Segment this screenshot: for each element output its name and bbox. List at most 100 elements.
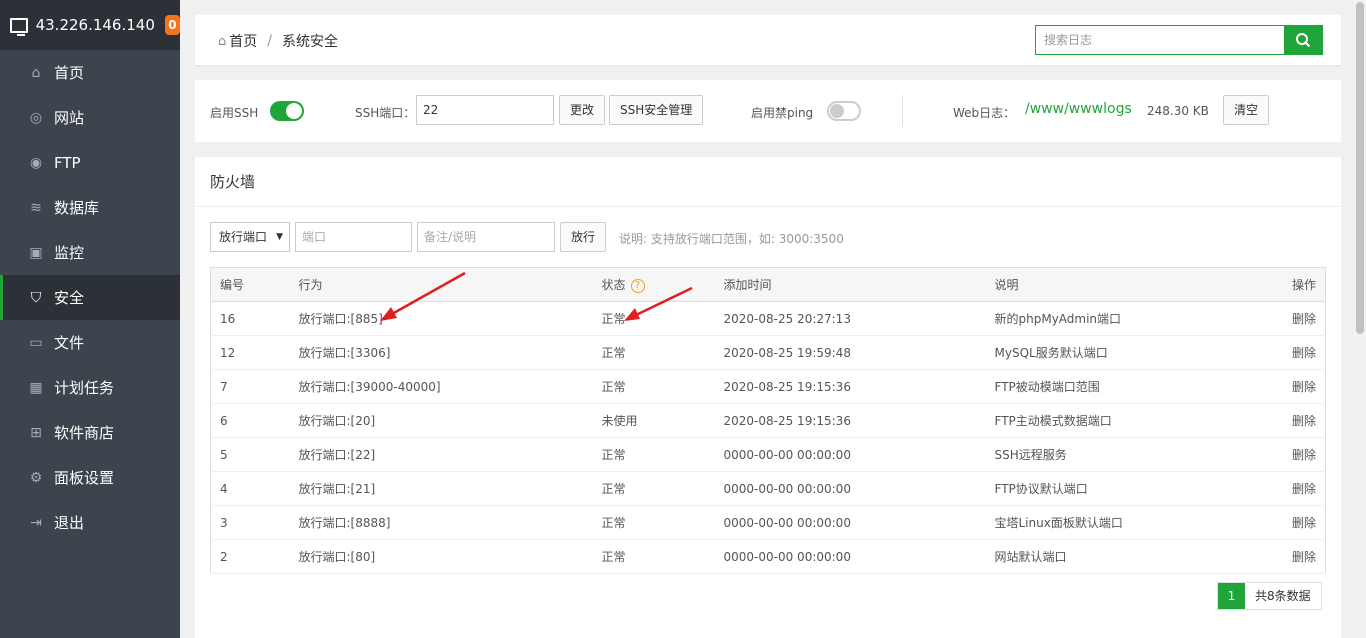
table-row: 3 放行端口:[8888] 正常 0000-00-00 00:00:00 宝塔Linux… [210,505,1326,540]
page-scrollbar[interactable] [1354,0,1366,638]
caret-down-icon: ▼ [276,232,283,242]
rule-type-value: 放行端口 [219,230,268,244]
table-row: 12 放行端口:[3306] 正常 2020-08-25 19:59:48 MySQL服… [210,335,1326,370]
cell-action: 放行端口:[21] [289,471,593,506]
delete-link[interactable]: 删除 [1245,335,1326,370]
col-desc: 说明 [985,267,1246,302]
scrollbar-thumb[interactable] [1356,2,1364,334]
cell-desc: FTP主动模式数据端口 [985,403,1246,438]
sidebar-item-label: 退出 [54,514,85,532]
search-button[interactable] [1284,26,1322,54]
cell-id: 7 [210,369,290,404]
cell-time: 0000-00-00 00:00:00 [714,471,986,506]
folder-icon: ▭ [29,334,43,351]
delete-link[interactable]: 删除 [1245,301,1326,336]
sidebar-item-1[interactable]: ◎ 网站 [0,95,180,140]
server-ip: 43.226.146.140 [35,16,155,34]
cell-desc: 网站默认端口 [985,539,1246,574]
divider [902,95,903,127]
search-icon [1296,33,1311,48]
cell-desc: 新的phpMyAdmin端口 [985,301,1246,336]
ftp-icon: ◉ [29,154,43,171]
cell-action: 放行端口:[20] [289,403,593,438]
col-id: 编号 [210,267,290,302]
log-search-input[interactable] [1036,26,1284,54]
ping-label: 启用禁ping [751,106,814,120]
globe-icon: ◎ [29,109,43,126]
cell-time: 2020-08-25 19:15:36 [714,403,986,438]
ping-toggle[interactable] [827,101,861,121]
cell-desc: MySQL服务默认端口 [985,335,1246,370]
cell-action: 放行端口:[80] [289,539,593,574]
firewall-toolbar: 放行端口 ▼ 放行 说明: 支持放行端口范围，如: 3000:3500 [210,222,1310,252]
weblog-path-link[interactable]: /www/wwwlogs [1025,101,1132,117]
sidebar-item-label: 计划任务 [54,379,115,397]
release-button[interactable]: 放行 [560,222,607,252]
weblog-label: Web日志： [953,106,1016,120]
sidebar-item-5[interactable]: ⛉ 安全 [0,275,180,320]
cell-id: 3 [210,505,290,540]
cell-time: 0000-00-00 00:00:00 [714,505,986,540]
delete-link[interactable]: 删除 [1245,403,1326,438]
ssh-port-input[interactable] [416,95,554,125]
cell-time: 2020-08-25 20:27:13 [714,301,986,336]
sidebar-item-label: 监控 [54,244,85,262]
home-icon: ⌂ [31,64,41,81]
table-row: 4 放行端口:[21] 正常 0000-00-00 00:00:00 FTP协议默认端口… [210,471,1326,506]
sidebar-item-10[interactable]: ⇥ 退出 [0,500,180,545]
clear-log-button[interactable]: 清空 [1223,95,1270,125]
database-icon: ≋ [30,199,42,216]
cell-id: 12 [210,335,290,370]
remark-input[interactable] [417,222,555,252]
sidebar-item-7[interactable]: ▦ 计划任务 [0,365,180,410]
hint-text: 说明: 支持放行端口范围，如: 3000:3500 [619,232,844,246]
delete-link[interactable]: 删除 [1245,369,1326,404]
apps-icon: ⊞ [30,424,42,441]
sidebar-item-label: 软件商店 [54,424,115,442]
cell-status: 正常 [592,369,715,404]
breadcrumb: ⌂ 首页 / 系统安全 [218,31,338,51]
cell-status: 正常 [592,335,715,370]
sidebar-item-label: 网站 [54,109,85,127]
cell-status: 未使用 [592,403,715,438]
table-header-row: 编号 行为 状态? 添加时间 说明 操作 [210,267,1326,302]
cell-id: 4 [210,471,290,506]
sidebar-item-6[interactable]: ▭ 文件 [0,320,180,365]
calendar-icon: ▦ [29,379,43,396]
cell-id: 5 [210,437,290,472]
breadcrumb-home[interactable]: 首页 [229,31,257,51]
delete-link[interactable]: 删除 [1245,539,1326,574]
sidebar: 43.226.146.140 0 ⌂ 首页 ◎ 网站 ◉ FTP ≋ 数据库 ▣ 监控 ⛉ 安全 ▭ 文件… [0,0,180,638]
cell-status: 正常 [592,505,715,540]
sidebar-item-2[interactable]: ◉ FTP [0,140,180,185]
notification-badge[interactable]: 0 [164,15,180,35]
rule-type-select[interactable]: 放行端口 ▼ [210,222,290,252]
sidebar-item-3[interactable]: ≋ 数据库 [0,185,180,230]
cell-action: 放行端口:[3306] [289,335,593,370]
page-current[interactable]: 1 [1218,583,1245,609]
cell-time: 0000-00-00 00:00:00 [714,437,986,472]
header-bar: ⌂ 首页 / 系统安全 [195,15,1341,65]
change-port-button[interactable]: 更改 [559,95,606,125]
server-header: 43.226.146.140 0 [0,0,180,50]
cell-action: 放行端口:[8888] [289,505,593,540]
ssh-toggle[interactable] [270,101,304,121]
ssh-manage-button[interactable]: SSH安全管理 [609,95,704,125]
cell-time: 2020-08-25 19:59:48 [714,335,986,370]
shield-icon: ⛉ [30,289,42,306]
sidebar-item-label: 首页 [54,64,85,82]
delete-link[interactable]: 删除 [1245,505,1326,540]
sidebar-item-0[interactable]: ⌂ 首页 [0,50,180,95]
col-status-label: 状态 [601,278,626,292]
cell-status: 正常 [592,471,715,506]
table-row: 16 放行端口:[885] 正常 2020-08-25 20:27:13 新的phpMy… [210,301,1326,336]
port-input[interactable] [295,222,412,252]
delete-link[interactable]: 删除 [1245,471,1326,506]
delete-link[interactable]: 删除 [1245,437,1326,472]
cell-action: 放行端口:[39000-40000] [289,369,593,404]
sidebar-item-9[interactable]: ⚙ 面板设置 [0,455,180,500]
table-row: 2 放行端口:[80] 正常 0000-00-00 00:00:00 网站默认端口 删除 [210,539,1326,574]
help-icon[interactable]: ? [630,278,645,293]
sidebar-item-4[interactable]: ▣ 监控 [0,230,180,275]
sidebar-item-8[interactable]: ⊞ 软件商店 [0,410,180,455]
